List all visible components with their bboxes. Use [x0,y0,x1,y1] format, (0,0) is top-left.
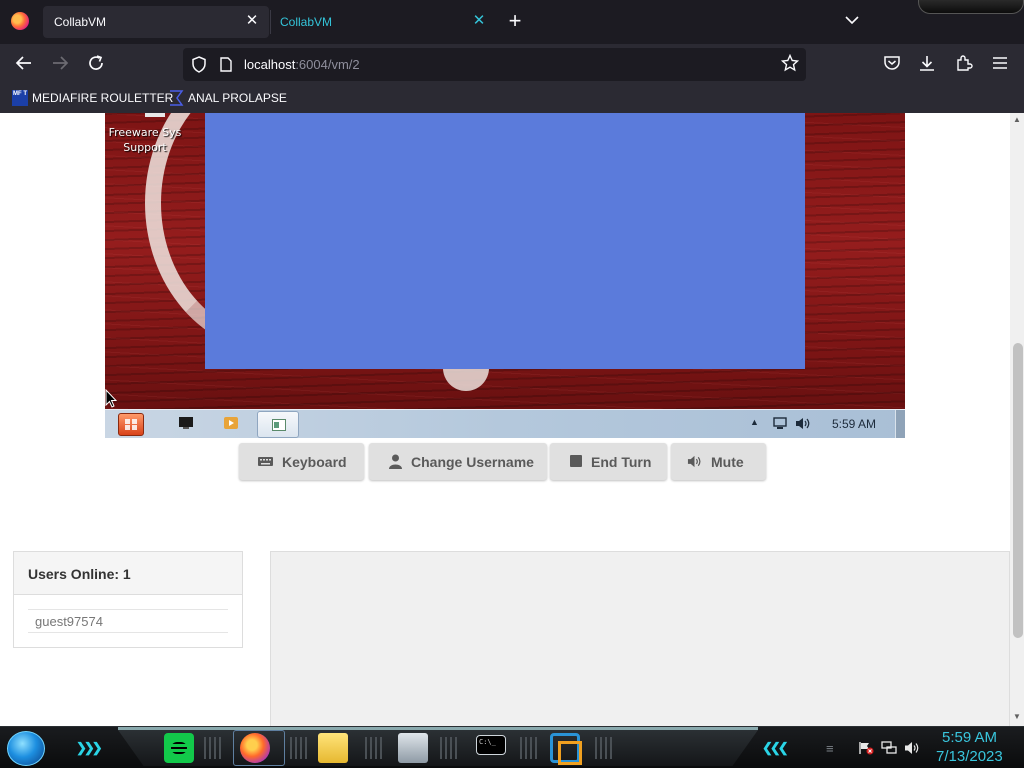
user-list-item[interactable]: guest97574 [28,609,228,633]
firefox-logo-icon[interactable] [11,12,29,30]
tab-label: CollabVM [54,15,107,29]
bookmark-mediafire[interactable]: MEDIAFIRE ROULETTER [32,91,173,105]
dock-glow [118,727,758,730]
tab-label: CollabVM [280,15,333,29]
page-info-icon[interactable] [220,57,232,72]
file-explorer-app-icon[interactable] [318,733,348,763]
volume-icon [687,455,701,468]
vm-network-icon[interactable] [773,417,787,430]
host-clock-time[interactable]: 5:59 AM [942,729,997,746]
taskbar-chevron-decoration: ❯❯❯ [76,740,103,755]
start-orb-button[interactable] [7,731,45,766]
bookmark-2[interactable]: ANAL PROLAPSE [188,91,287,105]
vm-tray-expand-icon[interactable]: ▲ [750,417,759,427]
taskbar-chevron-decoration: ❮❮❮ [762,740,789,755]
firefox-app-icon[interactable] [240,733,270,763]
vm-terminal-icon[interactable] [179,417,193,429]
scroll-up-arrow-icon[interactable]: ▲ [1013,115,1021,124]
app-menu-button[interactable] [989,54,1011,76]
back-button[interactable] [13,54,35,76]
hamburger-menu-icon [993,57,1007,69]
volume-tray-icon[interactable] [904,741,921,755]
downloads-button[interactable] [916,54,938,76]
pocket-button[interactable] [881,54,903,76]
vm-start-button[interactable] [118,413,144,436]
page-scrollbar[interactable]: ▲ ▼ [1010,113,1024,726]
vm-volume-icon[interactable] [795,417,811,430]
tab-collabvm-1[interactable]: CollabVM ✕ [43,6,269,38]
end-turn-label: End Turn [591,454,652,470]
pocket-icon [884,56,900,70]
sigma-favicon-icon [170,90,184,106]
close-tab-icon[interactable]: ✕ [470,12,488,30]
action-center-flag-icon[interactable] [858,741,874,755]
vm-display[interactable]: Freeware Sys Support ▲ 5:59 AM [105,113,905,438]
forward-button[interactable] [49,54,71,76]
users-online-panel: Users Online: 1 guest97574 [13,551,243,648]
scrollbar-thumb[interactable] [1013,343,1023,638]
scroll-down-arrow-icon[interactable]: ▼ [1013,712,1021,721]
dock-separator [204,737,224,759]
download-icon [920,56,934,71]
chat-panel[interactable] [270,551,1010,726]
chevron-down-icon [845,16,859,25]
bookmark-star-button[interactable] [780,53,800,76]
resource-monitor-app-icon[interactable] [398,733,428,763]
vm-active-window-button[interactable] [257,411,299,438]
window-corner-decoration [918,0,1024,14]
mute-label: Mute [711,454,744,470]
host-clock-date[interactable]: 7/13/2023 [936,748,1003,765]
arrow-left-icon [15,56,31,70]
tray-overflow-icon[interactable]: ≡ [826,741,834,756]
users-online-title: Users Online: 1 [28,566,131,582]
reload-icon [89,55,103,70]
mouse-cursor-icon [105,389,117,408]
vm-show-desktop-button[interactable] [895,410,905,438]
change-username-button[interactable]: Change Username [369,443,547,480]
keyboard-button[interactable]: Keyboard [239,443,364,480]
dock-separator [290,737,310,759]
navigation-toolbar: localhost:6004/vm/2 [0,44,1024,85]
puzzle-icon [957,55,973,71]
dock-separator [365,737,385,759]
change-username-label: Change Username [411,454,534,470]
desktop-shortcut-label[interactable]: Freeware Sys Support [105,125,185,155]
page-content: Freeware Sys Support ▲ 5:59 AM Keyboard … [0,113,1024,726]
dock-separator [440,737,460,759]
virtualbox-app-icon[interactable] [550,733,582,765]
end-turn-button[interactable]: End Turn [550,443,667,480]
spotify-app-icon[interactable] [164,733,194,763]
keyboard-button-label: Keyboard [282,454,347,470]
stop-icon [570,455,582,467]
star-icon [780,53,800,72]
user-icon [389,454,402,469]
desktop-shortcut-icon[interactable] [145,113,165,117]
vm-blue-window[interactable] [205,113,805,369]
tracking-shield-icon[interactable] [191,56,207,73]
new-tab-button[interactable]: + [505,9,525,33]
address-bar[interactable]: localhost:6004/vm/2 [183,48,806,81]
vm-media-player-icon[interactable] [224,417,238,429]
dock-separator [520,737,540,759]
tab-strip: CollabVM ✕ CollabVM ✕ + [0,0,1024,44]
close-tab-icon[interactable]: ✕ [243,12,261,30]
mute-button[interactable]: Mute [671,443,766,480]
vm-clock[interactable]: 5:59 AM [832,417,876,431]
url-text[interactable]: localhost:6004/vm/2 [244,57,360,72]
username[interactable]: guest97574 [35,614,103,629]
keyboard-icon [258,457,273,466]
arrow-right-icon [53,56,69,70]
mediafire-favicon-icon: MF T [12,90,28,106]
bookmarks-toolbar: MEDIAFIRE ROULETTER ANAL PROLAPSE [0,85,1024,113]
list-all-tabs-button[interactable] [845,12,859,28]
reload-button[interactable] [85,54,107,76]
dock-separator [595,737,615,759]
host-taskbar: ❯❯❯ C:\_ ❮❮❮ ≡ 5:59 AM 7/13/2023 [0,726,1024,768]
extensions-button[interactable] [953,54,975,76]
command-prompt-app-icon[interactable]: C:\_ [476,735,506,755]
vm-taskbar: ▲ 5:59 AM [105,409,905,438]
vm-window-icon [272,419,286,431]
tab-collabvm-2[interactable]: CollabVM ✕ [270,6,496,38]
network-tray-icon[interactable] [881,741,897,755]
